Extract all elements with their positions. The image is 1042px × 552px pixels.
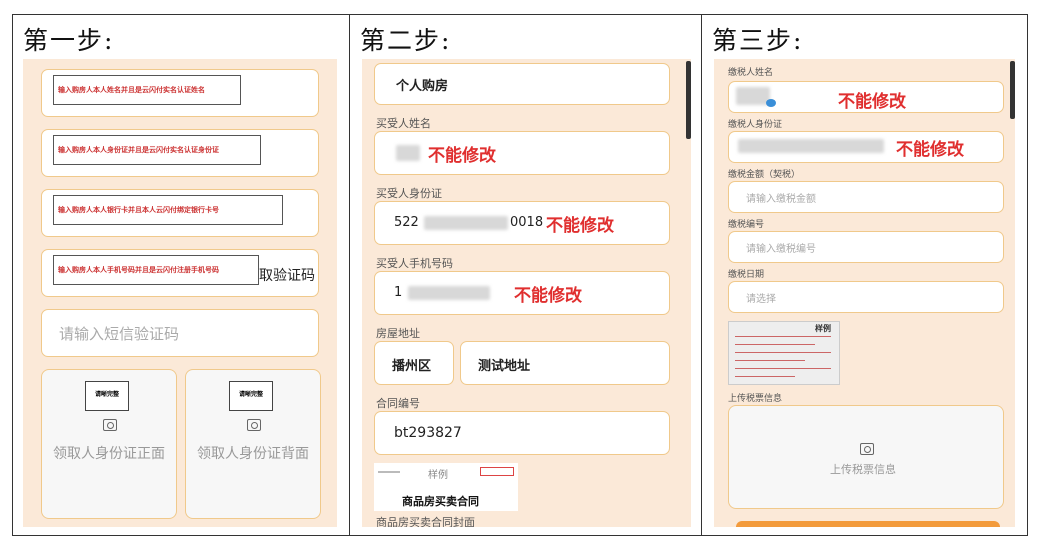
amount-placeholder: 请输入缴税金额 <box>746 194 816 205</box>
upload-label: 上传税票信息 <box>728 394 783 404</box>
step2-column: 第二步: 个人购房 买受人姓名 不能修改 买受人身份证 522 0018 不能修… <box>349 15 701 535</box>
id-suffix: 0018 <box>510 215 544 230</box>
id-front-hint: 请晰完整 <box>85 381 129 411</box>
date-label: 缴税日期 <box>728 270 765 280</box>
step1-column: 第一步: 输入购房人本人姓名并且是云闪付实名认证姓名 输入购房人本人身份证并且是… <box>13 15 349 535</box>
payer-name-label: 缴税人姓名 <box>728 68 774 78</box>
blurred-id <box>424 216 508 230</box>
amount-label: 缴税金额（契税） <box>728 170 801 180</box>
address-value: 测试地址 <box>478 359 531 374</box>
bankcard-hint: 输入购房人本人银行卡并且本人云闪付绑定银行卡号 <box>53 195 283 225</box>
buyer-id-label: 买受人身份证 <box>376 187 442 200</box>
blurred-payer-id <box>738 139 884 153</box>
step1-title: 第一步: <box>23 26 115 55</box>
contract-label: 合同编号 <box>376 397 420 410</box>
step2-title: 第二步: <box>360 26 452 55</box>
id-hint: 输入购房人本人身份证并且是云闪付实名认证身份证 <box>53 135 261 165</box>
contract-cover-label: 商品房买卖合同封面 <box>376 516 475 527</box>
id-front-label: 领取人身份证正面 <box>53 446 165 462</box>
address-label: 房屋地址 <box>376 327 420 340</box>
receipt-sample-mark: 样例 <box>815 324 831 333</box>
contract-value: bt293827 <box>394 425 462 441</box>
buyer-phone-label: 买受人手机号码 <box>376 257 453 270</box>
name-hint: 输入购房人本人姓名并且是云闪付实名认证姓名 <box>53 75 241 105</box>
blurred-name <box>396 145 420 161</box>
taxno-placeholder: 请输入缴税编号 <box>746 244 816 255</box>
payer-id-no-change: 不能修改 <box>896 140 964 160</box>
sample-mark: 样例 <box>428 470 448 481</box>
district-value: 播州区 <box>392 359 432 374</box>
id-no-change: 不能修改 <box>546 216 614 236</box>
buy-type-value: 个人购房 <box>396 79 449 94</box>
scrollbar[interactable] <box>1010 61 1015 119</box>
upload-text: 上传税票信息 <box>830 463 896 476</box>
phone-prefix: 1 <box>394 285 403 300</box>
phone-no-change: 不能修改 <box>514 286 582 306</box>
id-prefix: 522 <box>394 215 419 230</box>
phone-hint: 输入购房人本人手机号码并且是云闪付注册手机号码 <box>53 255 259 285</box>
buyer-name-label: 买受人姓名 <box>376 117 431 130</box>
step3-screen: 缴税人姓名 不能修改 缴税人身份证 不能修改 缴税金额（契税） 请输入缴税金额 … <box>714 59 1015 527</box>
camera-icon <box>247 419 261 431</box>
name-no-change: 不能修改 <box>428 146 496 166</box>
payer-name-no-change: 不能修改 <box>838 92 906 112</box>
sms-code-placeholder: 请输入短信验证码 <box>59 325 180 343</box>
camera-icon <box>860 443 874 455</box>
payer-id-label: 缴税人身份证 <box>728 120 783 130</box>
tax-receipt-sample-image[interactable]: 样例 <box>728 321 840 385</box>
camera-icon <box>103 419 117 431</box>
step3-column: 第三步: 缴税人姓名 不能修改 缴税人身份证 不能修改 缴税金额（契税） 请输入… <box>701 15 1027 535</box>
blurred-phone <box>408 286 490 300</box>
step2-screen: 个人购房 买受人姓名 不能修改 买受人身份证 522 0018 不能修改 买受人… <box>362 59 691 527</box>
get-code-button[interactable]: 取验证码 <box>259 265 315 285</box>
date-placeholder: 请选择 <box>746 294 776 305</box>
id-back-hint: 请晰完整 <box>229 381 273 411</box>
tax-receipt-upload[interactable] <box>728 405 1004 509</box>
contract-sample-image[interactable]: 样例 商品房买卖合同 <box>374 463 518 511</box>
steps-grid: 第一步: 输入购房人本人姓名并且是云闪付实名认证姓名 输入购房人本人身份证并且是… <box>12 14 1028 536</box>
sample-contract-title: 商品房买卖合同 <box>402 495 479 508</box>
blurred-payer-name <box>736 87 770 105</box>
step3-title: 第三步: <box>712 26 804 55</box>
id-back-label: 领取人身份证背面 <box>197 446 309 462</box>
submit-button[interactable] <box>736 521 1000 527</box>
step1-screen: 输入购房人本人姓名并且是云闪付实名认证姓名 输入购房人本人身份证并且是云闪付实名… <box>23 59 337 527</box>
scrollbar[interactable] <box>686 61 691 139</box>
taxno-label: 缴税编号 <box>728 220 765 230</box>
